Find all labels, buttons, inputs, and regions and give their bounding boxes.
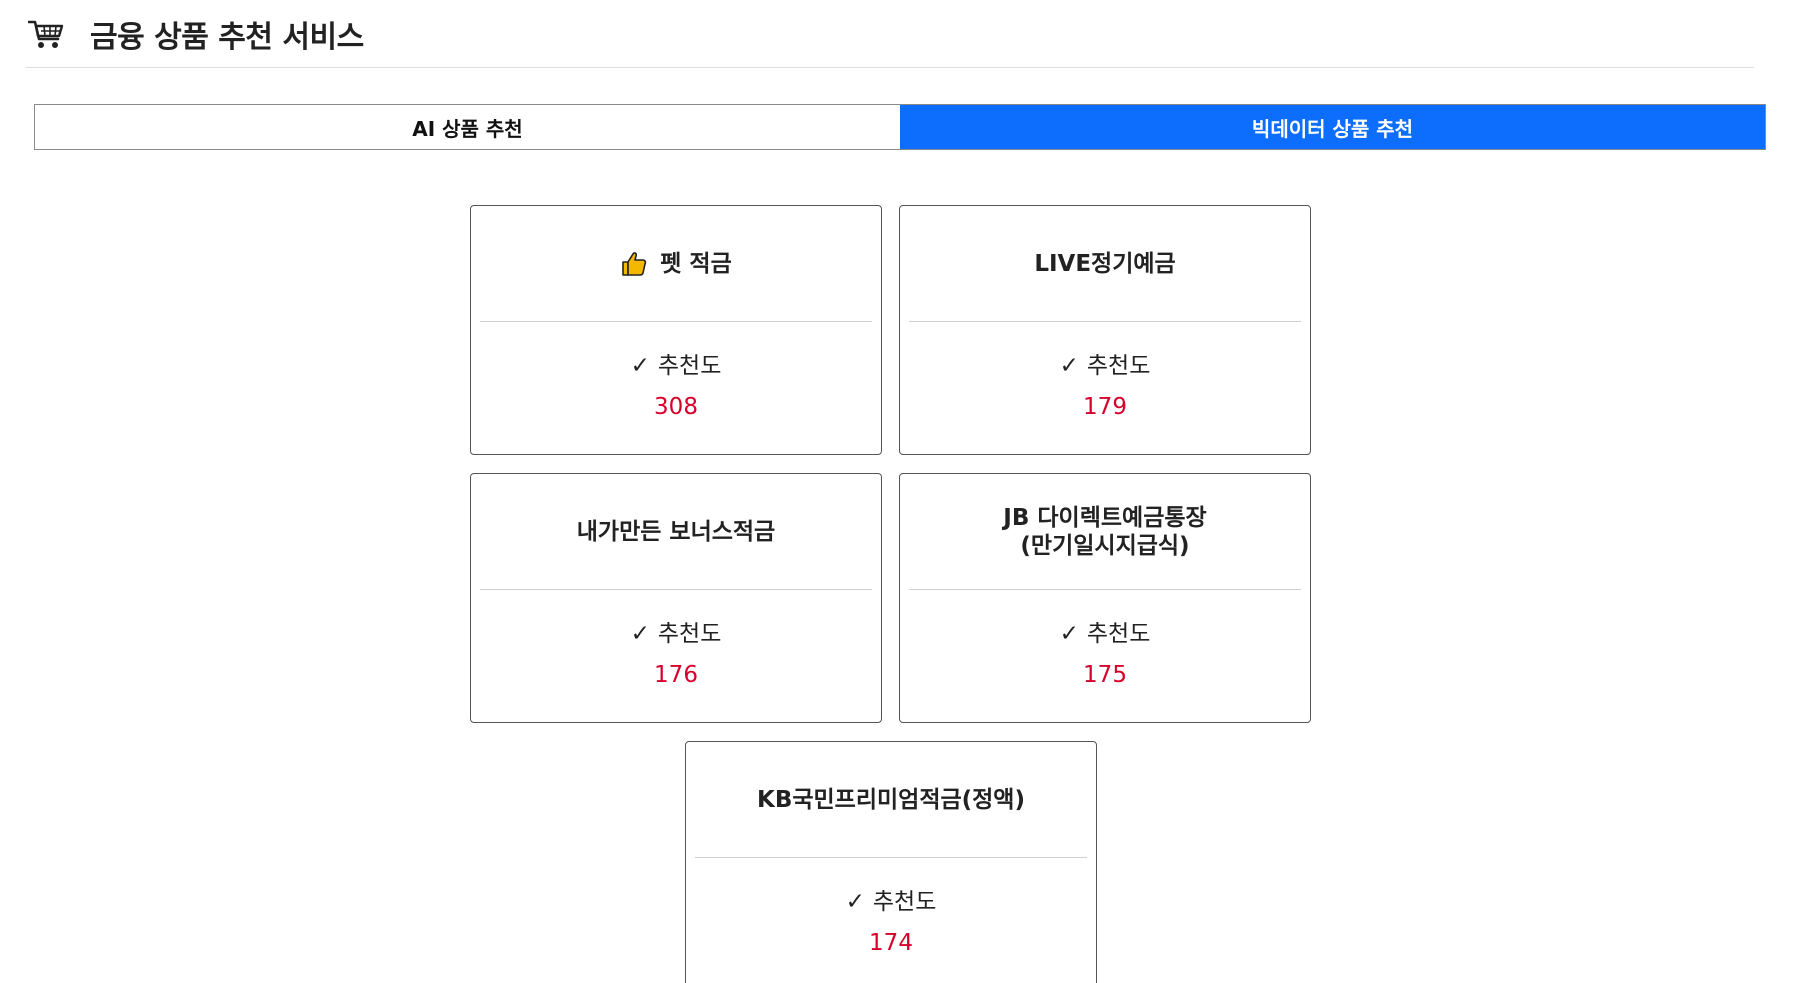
- check-icon: ✓: [630, 353, 650, 379]
- tab-bar: AI 상품 추천 빅데이터 상품 추천: [34, 104, 1766, 150]
- product-name-area: 펫 적금: [480, 206, 872, 322]
- tab-ai-recommend[interactable]: AI 상품 추천: [35, 105, 900, 149]
- product-name: 펫 적금: [660, 250, 732, 277]
- check-icon: ✓: [845, 889, 865, 915]
- recommend-score: 174: [869, 930, 913, 956]
- product-card[interactable]: LIVE정기예금 ✓ 추천도 179: [899, 205, 1311, 455]
- product-name: JB 다이렉트예금통장 (만기일시지급식): [1003, 504, 1207, 559]
- recommend-score: 176: [654, 662, 698, 688]
- recommend-text: 추천도: [657, 353, 722, 379]
- product-card[interactable]: JB 다이렉트예금통장 (만기일시지급식) ✓ 추천도 175: [899, 473, 1311, 723]
- recommend-label: ✓ 추천도: [471, 346, 881, 380]
- product-card[interactable]: 내가만든 보너스적금 ✓ 추천도 176: [470, 473, 882, 723]
- product-name: KB국민프리미엄적금(정액): [757, 786, 1025, 813]
- page-title: 금융 상품 추천 서비스: [90, 19, 364, 55]
- check-icon: ✓: [630, 621, 650, 647]
- tab-bigdata-recommend[interactable]: 빅데이터 상품 추천: [900, 105, 1765, 149]
- recommend-label: ✓ 추천도: [686, 882, 1096, 916]
- shopping-cart-icon: [26, 14, 66, 54]
- product-name-area: KB국민프리미엄적금(정액): [695, 742, 1087, 858]
- recommend-text: 추천도: [1086, 353, 1151, 379]
- recommend-text: 추천도: [657, 621, 722, 647]
- page: 금융 상품 추천 서비스 AI 상품 추천 빅데이터 상품 추천 펫 적금 ✓ 추…: [0, 0, 1802, 983]
- product-name-area: JB 다이렉트예금통장 (만기일시지급식): [909, 474, 1301, 590]
- recommend-score: 308: [654, 394, 698, 420]
- recommend-label: ✓ 추천도: [900, 614, 1310, 648]
- recommend-score: 179: [1083, 394, 1127, 420]
- recommend-score: 175: [1083, 662, 1127, 688]
- recommend-text: 추천도: [872, 889, 937, 915]
- product-card[interactable]: KB국민프리미엄적금(정액) ✓ 추천도 174: [685, 741, 1097, 983]
- check-icon: ✓: [1059, 621, 1079, 647]
- product-card[interactable]: 펫 적금 ✓ 추천도 308: [470, 205, 882, 455]
- recommend-label: ✓ 추천도: [900, 346, 1310, 380]
- product-name: 내가만든 보너스적금: [576, 518, 776, 545]
- page-header: 금융 상품 추천 서비스: [26, 0, 1754, 68]
- product-name-area: LIVE정기예금: [909, 206, 1301, 322]
- recommend-label: ✓ 추천도: [471, 614, 881, 648]
- product-name: LIVE정기예금: [1034, 250, 1176, 277]
- check-icon: ✓: [1059, 353, 1079, 379]
- product-name-area: 내가만든 보너스적금: [480, 474, 872, 590]
- recommend-text: 추천도: [1086, 621, 1151, 647]
- thumbs-up-icon: [620, 250, 648, 278]
